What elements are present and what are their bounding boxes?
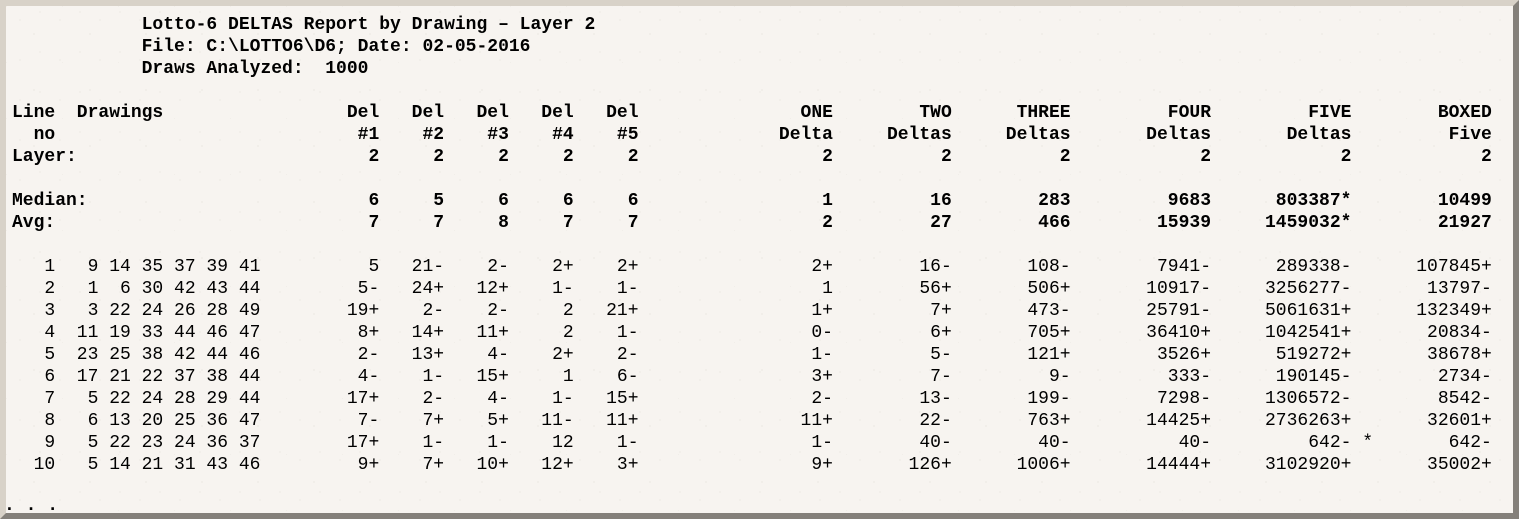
deltas-report-text: Lotto-6 DELTAS Report by Drawing – Layer…: [0, 0, 1519, 476]
ellipsis: . . .: [4, 495, 58, 517]
